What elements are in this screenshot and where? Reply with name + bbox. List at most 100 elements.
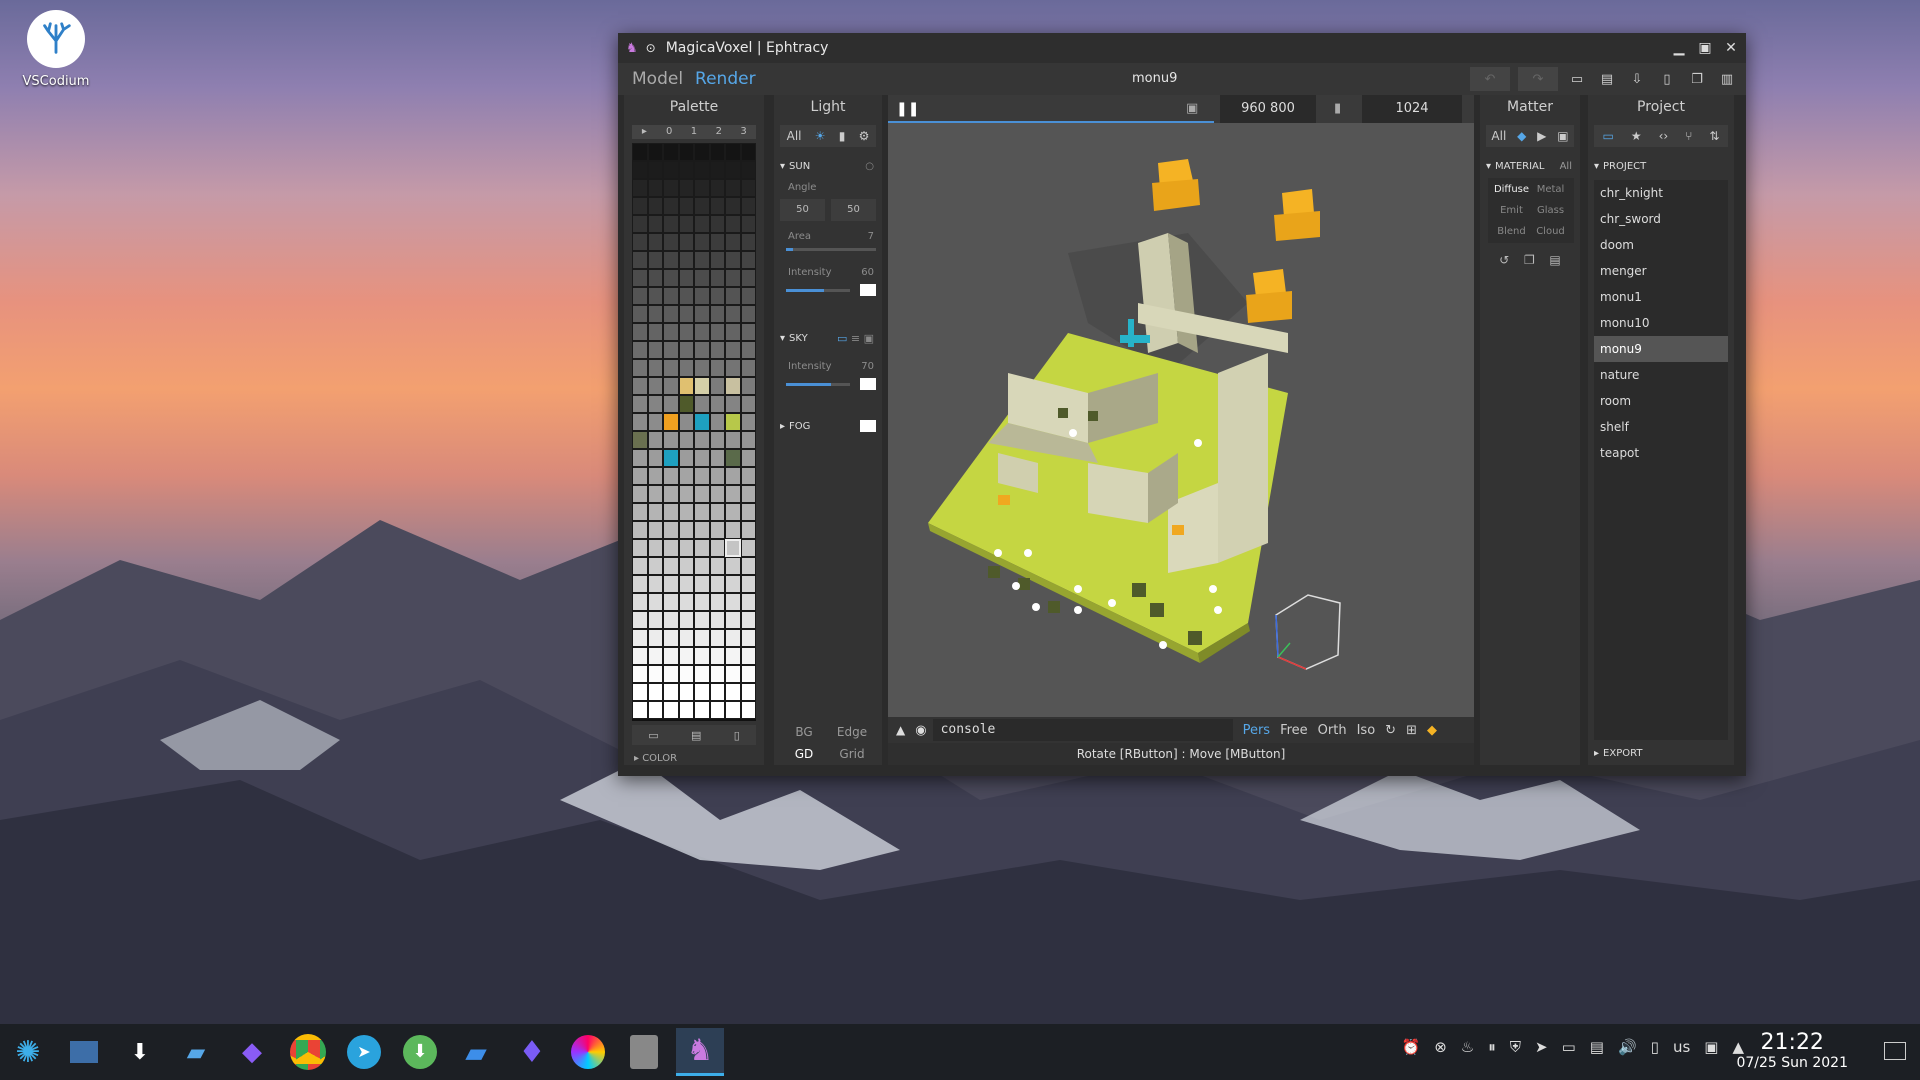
palette-swatch[interactable] [632,359,648,377]
palette-swatch[interactable] [632,557,648,575]
palette-swatch[interactable] [647,395,663,413]
palette-swatch[interactable] [725,179,741,197]
palette-swatch[interactable] [663,485,679,503]
palette-swatch[interactable] [663,287,679,305]
sky-color-swatch[interactable] [860,378,876,390]
edge-toggle[interactable]: Edge [828,725,876,739]
palette-swatch[interactable] [740,377,756,395]
palette-swatch[interactable] [709,539,725,557]
sun-intensity-slider[interactable] [786,288,850,292]
palette-swatch[interactable] [709,647,725,665]
cube-icon[interactable]: ◆ [1427,723,1437,738]
palette-swatch[interactable] [725,467,741,485]
palette-swatch[interactable] [725,269,741,287]
palette-swatch[interactable] [740,449,756,467]
palette-swatch[interactable] [740,341,756,359]
palette-swatch[interactable] [740,305,756,323]
palette-swatch[interactable] [725,593,741,611]
palette-swatch[interactable] [709,269,725,287]
palette-swatch[interactable] [663,503,679,521]
palette-swatch[interactable] [709,593,725,611]
palette-swatch[interactable] [725,449,741,467]
save-icon[interactable]: ▤ [691,729,701,742]
close-icon[interactable]: ✕ [1724,40,1738,56]
camera-mode-orth[interactable]: Orth [1318,723,1347,738]
chart-icon[interactable]: ▮ [839,129,846,143]
minimize-icon[interactable]: ▁ [1672,40,1686,56]
palette-swatch[interactable] [647,359,663,377]
palette-swatch[interactable] [647,305,663,323]
palette-swatch[interactable] [694,341,710,359]
palette-swatch[interactable] [725,143,741,161]
palette-swatch[interactable] [678,179,694,197]
palette-swatch[interactable] [725,521,741,539]
palette-swatch[interactable] [632,485,648,503]
palette-swatch[interactable] [740,215,756,233]
palette-swatch[interactable] [709,323,725,341]
palette-swatch[interactable] [663,611,679,629]
palette-swatch[interactable] [678,287,694,305]
palette-swatch[interactable] [647,521,663,539]
pause-icon[interactable]: ⏸ [1488,1038,1496,1056]
palette-swatch[interactable] [694,665,710,683]
palette-swatch[interactable] [632,611,648,629]
battery-icon[interactable]: ▯ [1651,1038,1659,1056]
palette-swatch[interactable] [694,557,710,575]
palette-swatch[interactable] [740,251,756,269]
palette-swatch[interactable] [678,395,694,413]
palette-swatch[interactable] [632,287,648,305]
palette-swatch[interactable] [740,503,756,521]
palette-swatch[interactable] [709,395,725,413]
palette-swatch[interactable] [709,557,725,575]
palette-swatch[interactable] [678,665,694,683]
palette-swatch[interactable] [663,197,679,215]
palette-swatch[interactable] [647,467,663,485]
palette-swatch[interactable] [725,359,741,377]
palette-swatch[interactable] [678,485,694,503]
palette-swatch[interactable] [678,701,694,719]
palette-swatch[interactable] [709,341,725,359]
delete-icon[interactable]: ▥ [1716,67,1738,91]
sun-intensity-value[interactable]: 60 [861,267,874,278]
palette-swatch[interactable] [725,197,741,215]
palette-swatch[interactable] [709,143,725,161]
gd-toggle[interactable]: GD [780,747,828,761]
material-blend[interactable]: Blend [1492,226,1531,237]
palette-swatch[interactable] [647,593,663,611]
image-icon[interactable]: ▣ [1186,101,1198,116]
material-cloud[interactable]: Cloud [1531,226,1570,237]
folder-icon[interactable]: ▭ [648,729,658,742]
palette-swatch[interactable] [725,665,741,683]
palette-swatch[interactable] [694,269,710,287]
camera-icon[interactable]: ◉ [915,723,926,738]
palette-swatch[interactable] [663,665,679,683]
material-metal[interactable]: Metal [1531,184,1570,195]
palette-swatch[interactable] [678,215,694,233]
palette-swatch[interactable] [725,161,741,179]
angle-b-field[interactable]: 50 [831,199,876,221]
palette-swatch[interactable] [694,521,710,539]
palette-swatch[interactable] [647,449,663,467]
palette-swatch[interactable] [709,359,725,377]
palette-swatch[interactable] [740,395,756,413]
palette-swatch[interactable] [740,233,756,251]
tab-render[interactable]: Render [695,69,756,89]
taskbar-files[interactable]: ▰ [172,1028,220,1076]
sky-intensity-slider[interactable] [786,382,850,386]
palette-swatch[interactable] [678,323,694,341]
app-launcher[interactable]: ✺ [4,1028,52,1076]
palette-swatch[interactable] [725,629,741,647]
palette-swatch[interactable] [709,629,725,647]
gear-icon[interactable]: ⚙ [859,129,870,143]
palette-swatch[interactable] [632,683,648,701]
palette-swatch[interactable] [647,197,663,215]
pin-icon[interactable]: ⊙ [646,41,656,55]
palette-swatch[interactable] [678,557,694,575]
palette-swatch[interactable] [678,611,694,629]
palette-swatch[interactable] [678,269,694,287]
palette-tab-1[interactable]: 1 [682,125,707,139]
area-slider[interactable] [786,248,876,251]
desktop-icon-vscodium[interactable]: VSCodium [18,10,94,89]
palette-swatch[interactable] [678,233,694,251]
palette-swatch[interactable] [694,593,710,611]
